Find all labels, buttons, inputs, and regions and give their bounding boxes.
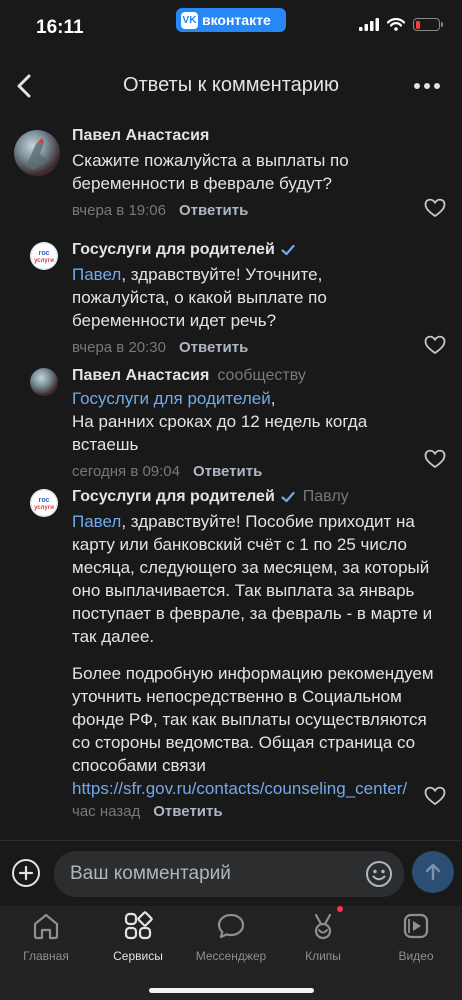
svg-text:услуги: услуги <box>34 258 54 264</box>
comment-author[interactable]: Павел Анастасия <box>72 127 462 145</box>
svg-text:услуги: услуги <box>34 505 54 511</box>
status-icons <box>359 18 443 31</box>
services-icon <box>124 911 153 940</box>
like-icon[interactable] <box>424 449 446 469</box>
comment-meta: час назад Ответить <box>72 803 462 820</box>
tab-label: Мессенджер <box>195 949 267 963</box>
video-icon <box>403 913 429 939</box>
status-bar: 16:11 VK вконтакте <box>0 0 462 54</box>
comment-input[interactable]: Ваш комментарий <box>54 851 404 897</box>
reply-target: Павлу <box>302 488 349 505</box>
comment: гос услуги Госуслуги для родителей Павлу… <box>0 484 462 820</box>
comment-meta: вчера в 19:06 Ответить <box>72 202 462 219</box>
clips-icon <box>314 913 332 940</box>
battery-level <box>415 20 420 29</box>
emoji-icon[interactable] <box>365 860 393 888</box>
vk-pill-label: вконтакте <box>202 12 271 28</box>
tab-label: Главная <box>23 949 69 963</box>
avatar[interactable]: гос услуги <box>30 242 58 270</box>
comment-text-continued: Более подробную информацию рекомендуем у… <box>72 664 434 798</box>
signal-icon <box>359 18 379 31</box>
bottom-tab-bar: Главная Сервисы Мессенджер Клипы Видео <box>0 906 462 1000</box>
header: Ответы к комментарию <box>0 60 462 112</box>
comment-timestamp: сегодня в 09:04 <box>72 463 180 480</box>
more-icon[interactable] <box>412 76 442 96</box>
tab-messenger[interactable]: Мессенджер <box>185 906 277 976</box>
tab-home[interactable]: Главная <box>0 906 92 976</box>
comment-text: Скажите пожалуйста а выплаты по беременн… <box>72 151 349 193</box>
like-icon[interactable] <box>424 198 446 218</box>
comment-text: Павел, здравствуйте! Уточните, пожалуйст… <box>72 265 327 330</box>
mention-link[interactable]: Госуслуги для родителей <box>72 389 271 408</box>
comment-author[interactable]: Павел Анастасия сообществу <box>72 367 462 385</box>
comment-meta: сегодня в 09:04 Ответить <box>72 463 462 480</box>
external-link[interactable]: https://sfr.gov.ru/contacts/counseling_c… <box>72 779 407 798</box>
svg-text:гос: гос <box>39 250 50 257</box>
send-button[interactable] <box>412 851 454 893</box>
comment: Павел Анастасия сообществу Госуслуги для… <box>0 358 462 484</box>
tab-services[interactable]: Сервисы <box>92 906 184 976</box>
reply-target: сообществу <box>217 367 306 384</box>
messenger-icon <box>217 913 245 939</box>
comment: гос услуги Госуслуги для родителей Павел… <box>0 228 462 358</box>
comment-text: Госуслуги для родителей, На ранних сроках… <box>72 389 368 454</box>
clips-badge <box>337 906 343 912</box>
comment-text: Павел, здравствуйте! Пособие приходит на… <box>72 512 433 646</box>
tab-label: Клипы <box>305 949 341 963</box>
comment-timestamp: вчера в 19:06 <box>72 202 166 219</box>
tab-label: Сервисы <box>113 949 163 963</box>
page-title: Ответы к комментарию <box>122 74 340 96</box>
like-icon[interactable] <box>424 335 446 355</box>
status-time: 16:11 <box>36 17 84 38</box>
wifi-icon <box>387 18 405 31</box>
comment-composer: Ваш комментарий <box>0 840 462 906</box>
avatar[interactable] <box>14 130 60 176</box>
battery-icon <box>413 18 443 31</box>
reply-button[interactable]: Ответить <box>153 803 222 820</box>
comment-meta: вчера в 20:30 Ответить <box>72 339 462 356</box>
mention-link[interactable]: Павел <box>72 512 121 531</box>
add-attachment-icon[interactable] <box>11 858 41 888</box>
svg-text:гос: гос <box>39 497 50 504</box>
vk-app-pill[interactable]: VK вконтакте <box>176 8 286 32</box>
comment: Павел Анастасия Скажите пожалуйста а вып… <box>0 120 462 228</box>
like-icon[interactable] <box>424 786 446 806</box>
verified-icon <box>281 491 295 503</box>
home-icon <box>33 913 59 940</box>
avatar[interactable] <box>30 368 58 396</box>
comment-timestamp: час назад <box>72 803 141 820</box>
reply-button[interactable]: Ответить <box>193 463 262 480</box>
comment-timestamp: вчера в 20:30 <box>72 339 166 356</box>
reply-button[interactable]: Ответить <box>179 339 248 356</box>
verified-icon <box>281 244 295 256</box>
tab-label: Видео <box>398 949 434 963</box>
vk-logo-icon: VK <box>181 11 198 29</box>
reply-button[interactable]: Ответить <box>179 202 248 219</box>
send-arrow-icon <box>425 863 441 881</box>
comment-thread: Павел Анастасия Скажите пожалуйста а вып… <box>0 120 462 820</box>
mention-link[interactable]: Павел <box>72 265 121 284</box>
home-indicator <box>149 988 314 993</box>
tab-clips[interactable]: Клипы <box>277 906 369 976</box>
comment-author[interactable]: Госуслуги для родителей <box>72 241 462 259</box>
comment-input-placeholder: Ваш комментарий <box>70 863 231 884</box>
comment-author[interactable]: Госуслуги для родителей Павлу <box>72 488 462 506</box>
avatar[interactable]: гос услуги <box>30 489 58 517</box>
tab-video[interactable]: Видео <box>370 906 462 976</box>
